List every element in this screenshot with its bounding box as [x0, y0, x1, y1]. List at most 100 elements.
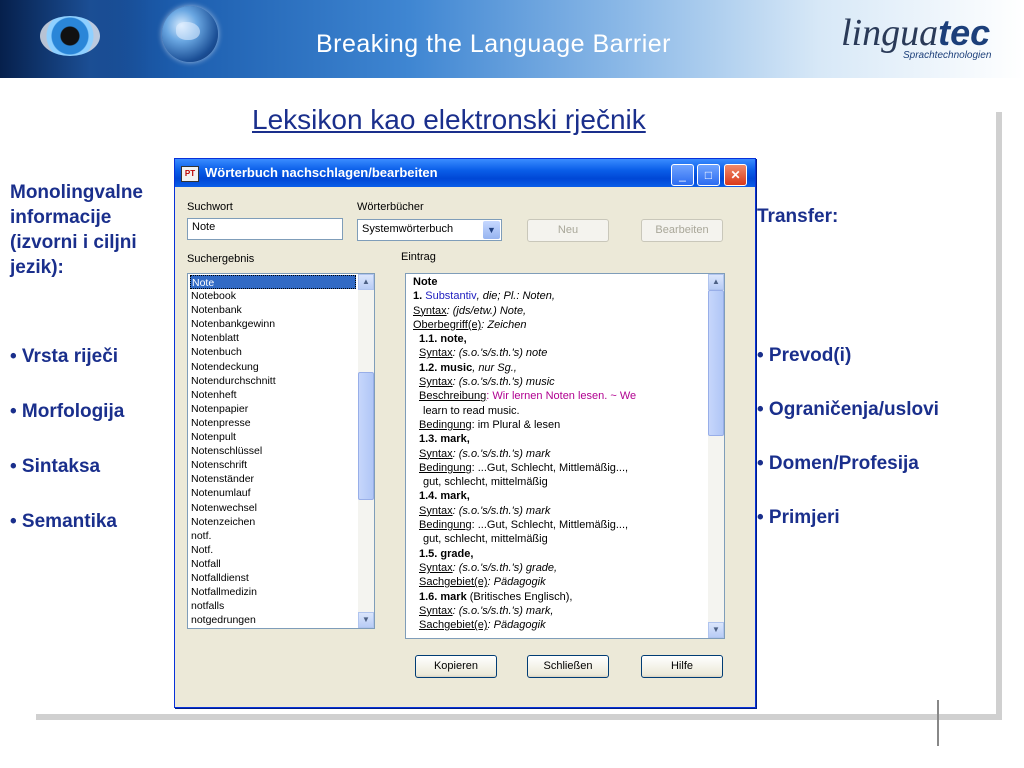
list-item[interactable]: Notenpult — [190, 430, 356, 444]
list-item[interactable]: notfalls — [190, 599, 356, 613]
dictionary-dialog: PT Wörterbuch nachschlagen/bearbeiten _ … — [174, 158, 756, 708]
linguatec-logo: linguatec Sprachtechnologien — [841, 12, 991, 62]
scroll-up-icon[interactable]: ▲ — [708, 274, 724, 290]
list-item[interactable]: Note — [190, 275, 356, 290]
chevron-down-icon[interactable]: ▼ — [483, 221, 500, 239]
suchergebnis-label: Suchergebnis — [187, 253, 255, 265]
list-item[interactable]: Notebook — [190, 289, 356, 303]
woerterbuch-select[interactable]: Systemwörterbuch ▼ — [357, 219, 502, 241]
list-item[interactable]: Notenblatt — [190, 331, 356, 345]
left-bullet: • Vrsta riječi — [10, 346, 119, 367]
entry-text: : (s.o.'s/s.th.'s) grade, — [452, 561, 558, 574]
kopieren-button[interactable]: Kopieren — [415, 655, 497, 678]
list-item[interactable]: Notenbuch — [190, 345, 356, 359]
list-item[interactable]: Notendeckung — [190, 360, 356, 374]
entry-sense: 1.6. mark — [419, 590, 467, 603]
list-item[interactable]: Notenumlauf — [190, 486, 356, 500]
entry-field: Bedingung — [419, 461, 472, 474]
list-item[interactable]: notgedrungen — [190, 613, 356, 627]
list-item[interactable]: Notenpresse — [190, 416, 356, 430]
entry-text: : Zeichen — [481, 318, 527, 331]
iris-graphic — [40, 16, 100, 56]
entry-text: : (s.o.'s/s.th.'s) note — [452, 347, 548, 360]
left-bullet: • Semantika — [10, 511, 117, 532]
minimize-button[interactable]: _ — [671, 164, 694, 186]
eye-image — [0, 0, 150, 78]
maximize-button[interactable]: □ — [697, 164, 720, 186]
entry-text: (Britisches Englisch), — [466, 590, 573, 603]
entry-text: : Pädagogik — [487, 576, 546, 589]
hilfe-button[interactable]: Hilfe — [641, 655, 723, 678]
list-item[interactable]: Notenheft — [190, 388, 356, 402]
entry-text: , die; Pl.: Noten, — [476, 290, 555, 303]
entry-view[interactable]: Note 1. Substantiv, die; Pl.: Noten, Syn… — [405, 273, 725, 639]
logo-text: lingua — [841, 12, 939, 54]
list-item[interactable]: Notenbankgewinn — [190, 317, 356, 331]
entry-example: : Wir lernen Noten lesen. ~ We — [486, 390, 637, 403]
scroll-thumb[interactable] — [358, 372, 374, 500]
entry-sense: 1.5. grade, — [419, 547, 474, 560]
entry-field: Syntax — [419, 376, 453, 389]
result-list[interactable]: Note Notebook Notenbank Notenbankgewinn Note… — [187, 273, 375, 629]
banner-tagline: Breaking the Language Barrier — [316, 30, 672, 58]
list-item[interactable]: Notf. — [190, 543, 356, 557]
entry-text: : ...Gut, Schlecht, Mittlemäßig..., — [471, 519, 629, 532]
neu-button[interactable]: Neu — [527, 219, 609, 242]
eintrag-label: Eintrag — [401, 251, 436, 263]
entry-field: Syntax — [419, 447, 453, 460]
bearbeiten-button[interactable]: Bearbeiten — [641, 219, 723, 242]
entry-field: Syntax — [419, 604, 453, 617]
entry-field: Bedingung — [419, 519, 472, 532]
left-heading: Monolingvalne informacije (izvorni i cil… — [10, 182, 143, 278]
scroll-thumb[interactable] — [708, 290, 724, 436]
list-item[interactable]: Notenständer — [190, 472, 356, 486]
entry-text: : (jds/etw.) Note, — [446, 304, 527, 317]
scroll-up-icon[interactable]: ▲ — [358, 274, 374, 290]
list-item[interactable]: Notfallmedizin — [190, 585, 356, 599]
slide-frame-right — [996, 112, 1002, 720]
result-rows: Note Notebook Notenbank Notenbankgewinn Note… — [190, 275, 356, 627]
logo-text-bold: tec — [938, 12, 991, 53]
woerterbuecher-label: Wörterbücher — [357, 201, 424, 213]
suchwort-input[interactable]: Note — [187, 218, 343, 240]
list-item[interactable]: Notfall — [190, 557, 356, 571]
entry-text: : (s.o.'s/s.th.'s) music — [452, 376, 555, 389]
list-item[interactable]: Notenschlüssel — [190, 444, 356, 458]
globe-icon — [162, 6, 218, 62]
close-button[interactable]: ✕ — [724, 164, 747, 186]
list-item[interactable]: Notenbank — [190, 303, 356, 317]
entry-text: Substantiv — [425, 290, 477, 303]
entry-example: learn to read music. — [423, 404, 520, 417]
list-item[interactable]: Notenwechsel — [190, 501, 356, 515]
slide-banner: Breaking the Language Barrier linguatec … — [0, 0, 1024, 78]
entry-text: : im Plural & lesen — [471, 418, 561, 431]
suchwort-label: Suchwort — [187, 201, 233, 213]
woerterbuch-value: Systemwörterbuch — [362, 223, 454, 235]
entry-headword: Note — [413, 276, 438, 288]
left-bullet: • Sintaksa — [10, 456, 101, 477]
list-item[interactable]: Notenschrift — [190, 458, 356, 472]
scroll-down-icon[interactable]: ▼ — [708, 622, 724, 638]
scroll-down-icon[interactable]: ▼ — [358, 612, 374, 628]
entry-field: Beschreibung — [419, 390, 487, 403]
entry-lines: Note 1. Substantiv, die; Pl.: Noten, Syn… — [413, 275, 707, 632]
entry-field: Sachgebiet(e) — [419, 619, 488, 632]
list-item[interactable]: notf. — [190, 529, 356, 543]
right-bullet: • Ograničenja/uslovi — [757, 399, 939, 420]
result-scrollbar[interactable]: ▲ ▼ — [358, 274, 374, 628]
entry-sense: 1.3. mark, — [419, 433, 470, 446]
schliessen-button[interactable]: Schließen — [527, 655, 609, 678]
slide-frame-bottom — [36, 714, 1000, 720]
dialog-titlebar[interactable]: PT Wörterbuch nachschlagen/bearbeiten _ … — [175, 159, 755, 187]
entry-text: 1. — [413, 290, 426, 303]
entry-sense: 1.2. music — [419, 361, 473, 374]
right-bullet: • Domen/Profesija — [757, 453, 919, 474]
list-item[interactable]: Notendurchschnitt — [190, 374, 356, 388]
entry-field: Bedingung — [419, 418, 472, 431]
list-item[interactable]: Notenzeichen — [190, 515, 356, 529]
entry-scrollbar[interactable]: ▲ ▼ — [708, 274, 724, 638]
list-item[interactable]: Notenpapier — [190, 402, 356, 416]
slide-title: Leksikon kao elektronski rječnik — [252, 104, 646, 135]
list-item[interactable]: Notfalldienst — [190, 571, 356, 585]
slide-frame-tick — [937, 700, 939, 746]
